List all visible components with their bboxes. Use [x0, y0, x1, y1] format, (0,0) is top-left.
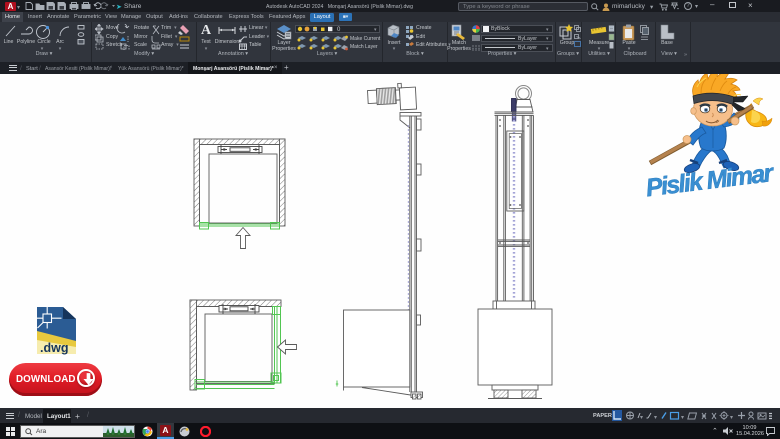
svg-text:▾: ▾	[681, 415, 684, 421]
svg-text:0: 0	[337, 27, 341, 32]
svg-text:▾: ▾	[640, 415, 643, 421]
svg-text:Pislik Mimar: Pislik Mimar	[644, 159, 776, 203]
svg-text:.dwg: .dwg	[40, 341, 68, 355]
svg-text:▾: ▾	[730, 415, 733, 421]
svg-text:▾: ▾	[654, 415, 657, 421]
